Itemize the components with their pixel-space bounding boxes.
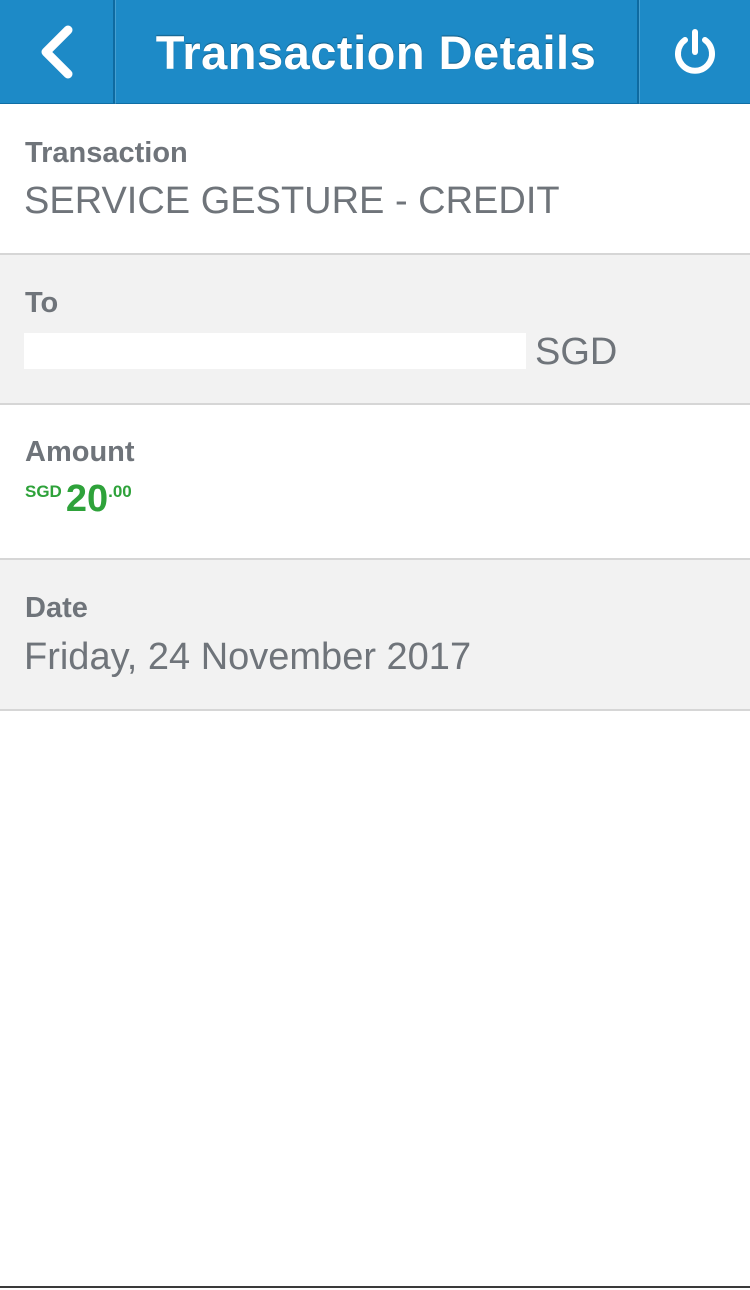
amount-decimal: .00: [108, 482, 132, 501]
transaction-row: Transaction SERVICE GESTURE - CREDIT: [0, 104, 750, 255]
amount-label: Amount: [25, 436, 135, 468]
amount-value: SGD 20.00: [25, 478, 132, 521]
bottom-divider: [0, 1286, 750, 1288]
logout-button[interactable]: [639, 0, 750, 104]
recipient-currency: SGD: [535, 331, 618, 373]
date-label: Date: [25, 592, 88, 624]
back-button[interactable]: [0, 0, 113, 104]
app-header: Transaction Details: [0, 0, 750, 104]
transaction-label: Transaction: [25, 137, 188, 169]
amount-currency: SGD: [25, 482, 62, 501]
recipient-label: To: [25, 287, 59, 319]
power-icon: [674, 29, 715, 74]
chevron-left-icon: [41, 25, 72, 79]
date-row: Date Friday, 24 November 2017: [0, 560, 750, 711]
redacted-account: [24, 333, 526, 369]
recipient-row: To SGD: [0, 255, 750, 405]
transaction-value: SERVICE GESTURE - CREDIT: [24, 180, 560, 222]
amount-row: Amount SGD 20.00: [0, 405, 750, 560]
page-title: Transaction Details: [155, 25, 597, 79]
date-value: Friday, 24 November 2017: [24, 636, 472, 678]
amount-whole: 20: [65, 478, 109, 520]
